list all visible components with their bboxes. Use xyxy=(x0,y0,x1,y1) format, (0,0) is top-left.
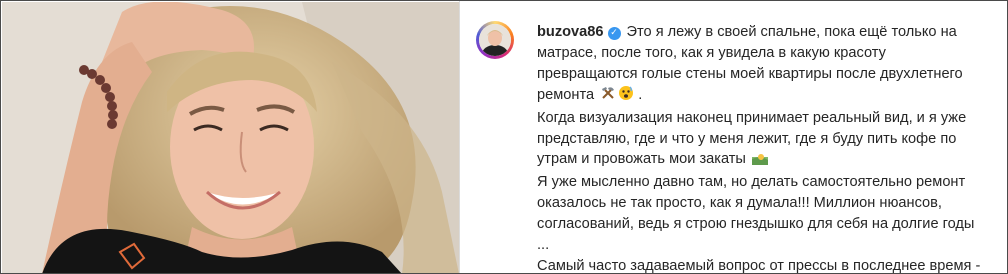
selfie-image xyxy=(2,2,459,273)
caption-panel: buzova86 ✓ Это я лежу в своей спальне, пок… xyxy=(460,1,1007,274)
caption-line-10: согласований, ведь я строю гнездышко для… xyxy=(537,216,975,233)
caption-text: утрам и провожать мои закаты xyxy=(537,151,746,168)
caption-line-6: представляю, где и что у меня лежит, где… xyxy=(537,130,957,147)
caption-line-8: Я уже мысленно давно там, но делать само… xyxy=(537,174,966,191)
caption-line-1: buzova86 ✓ Это я лежу в своей спальне, пок… xyxy=(537,22,1007,43)
caption-line-11: ... xyxy=(537,237,550,254)
hammer-pick-emoji-icon xyxy=(600,85,616,108)
avatar-image xyxy=(479,24,511,56)
username-link[interactable]: buzova86 xyxy=(537,24,604,40)
caption-line-12: Самый часто задаваемый вопрос от прессы … xyxy=(537,257,981,274)
sunset-emoji-icon xyxy=(752,151,768,172)
caption-line-5: Когда визуализация наконец принимает реа… xyxy=(537,109,967,126)
caption-line-3: превращаются голые стены моей квартиры п… xyxy=(537,65,963,82)
profile-avatar[interactable] xyxy=(476,21,514,59)
caption-text: . xyxy=(634,86,643,103)
caption-text: Это я лежу в своей спальне, пока ещё тол… xyxy=(626,24,957,40)
caption-line-4: ремонта . xyxy=(537,85,1007,108)
post-caption: buzova86 ✓ Это я лежу в своей спальне, пок… xyxy=(537,22,1007,274)
caption-line-9: оказалось не так просто, как я думала!!!… xyxy=(537,195,942,212)
caption-text: ремонта xyxy=(537,86,595,103)
caption-line-7: утрам и провожать мои закаты xyxy=(537,149,1007,172)
shocked-face-emoji-icon xyxy=(618,85,634,108)
post-photo[interactable] xyxy=(2,2,459,273)
caption-line-2: матрасе, после того, как я увидела в как… xyxy=(537,44,886,61)
verified-badge-icon: ✓ xyxy=(607,27,621,40)
instagram-post-frame: buzova86 ✓ Это я лежу в своей спальне, пок… xyxy=(0,0,1008,274)
